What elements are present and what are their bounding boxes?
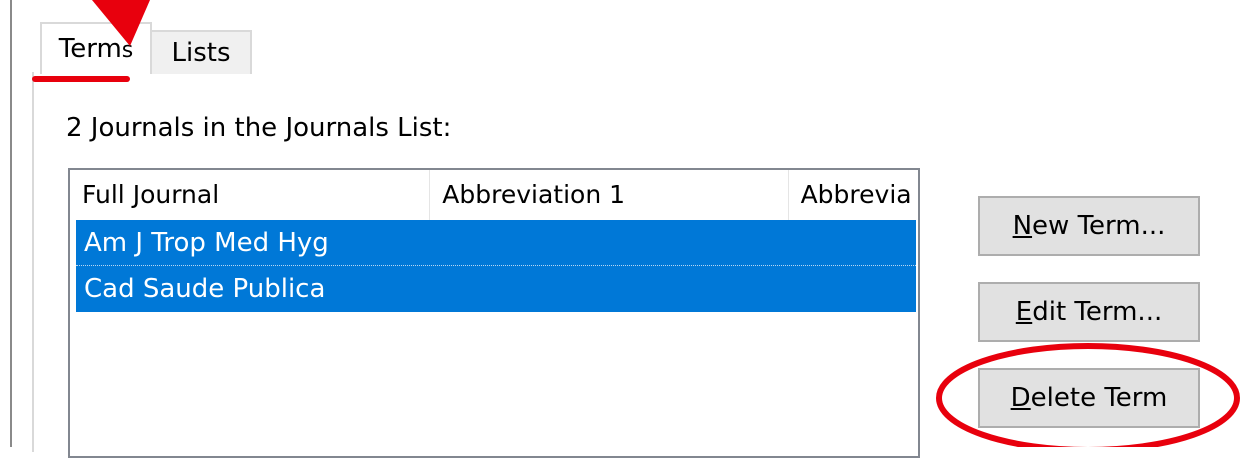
delete-term-label: Delete Term bbox=[1010, 383, 1168, 413]
column-header-abbreviation-2[interactable]: Abbrevia bbox=[789, 170, 918, 220]
delete-term-button[interactable]: Delete Term bbox=[978, 368, 1200, 428]
new-term-button[interactable]: New Term... bbox=[978, 196, 1200, 256]
journals-count-label: 2 Journals in the Journals List: bbox=[66, 113, 452, 143]
journals-list[interactable]: Full Journal Abbreviation 1 Abbrevia Am … bbox=[68, 168, 920, 458]
column-header-full-journal[interactable]: Full Journal bbox=[70, 170, 431, 220]
new-term-label: New Term... bbox=[1012, 211, 1166, 241]
red-arrow-annotation bbox=[92, 0, 150, 46]
list-header: Full Journal Abbreviation 1 Abbrevia bbox=[70, 170, 918, 220]
list-item-full-journal: Am J Trop Med Hyg bbox=[84, 228, 329, 258]
tab-lists[interactable]: Lists bbox=[150, 30, 252, 74]
list-item[interactable]: Cad Saude Publica bbox=[76, 266, 916, 312]
window-left-border bbox=[10, 0, 12, 447]
red-underline-annotation bbox=[32, 76, 130, 82]
edit-term-button[interactable]: Edit Term... bbox=[978, 282, 1200, 342]
list-item-full-journal: Cad Saude Publica bbox=[84, 274, 326, 304]
tab-lists-label: Lists bbox=[171, 38, 231, 68]
column-header-abbreviation-1[interactable]: Abbreviation 1 bbox=[430, 170, 789, 220]
list-item[interactable]: Am J Trop Med Hyg bbox=[76, 220, 916, 266]
edit-term-label: Edit Term... bbox=[1015, 297, 1163, 327]
